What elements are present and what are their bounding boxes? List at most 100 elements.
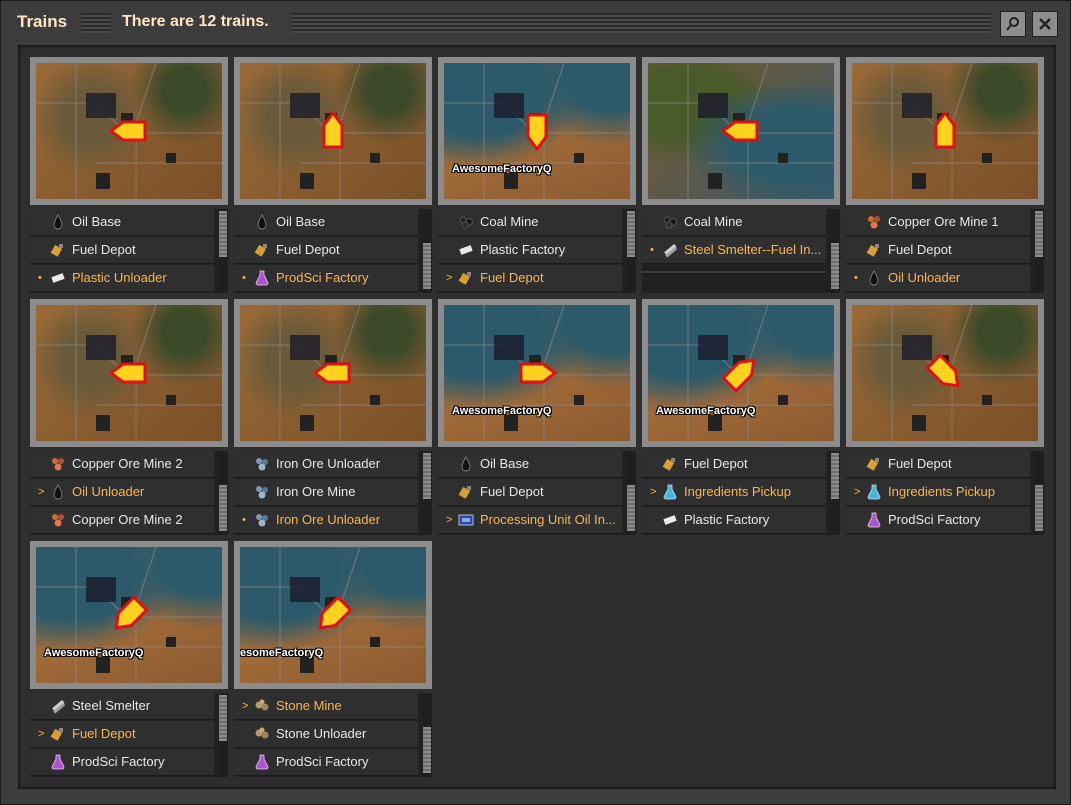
drag-handle-wide[interactable] <box>291 13 991 33</box>
schedule-stop[interactable]: Plastic Factory <box>642 507 826 534</box>
schedule-stop[interactable]: • ProdSci Factory <box>234 265 418 292</box>
train-minimap[interactable] <box>846 57 1044 205</box>
train-minimap[interactable] <box>234 57 432 205</box>
scrollbar-thumb[interactable] <box>831 453 839 499</box>
schedule-stop[interactable]: • Plastic Unloader <box>30 265 214 292</box>
map-view[interactable]: esomeFactoryQ <box>240 547 426 683</box>
schedule-stop[interactable]: > Fuel Depot <box>30 721 214 748</box>
train-minimap[interactable]: AwesomeFactoryQ <box>438 57 636 205</box>
schedule-stop[interactable]: Fuel Depot <box>30 237 214 264</box>
title-bar[interactable]: Trains There are 12 trains. <box>1 1 1071 43</box>
map-view[interactable] <box>648 63 834 199</box>
map-view[interactable] <box>852 305 1038 441</box>
map-view[interactable] <box>240 305 426 441</box>
map-view[interactable] <box>36 63 222 199</box>
scrollbar-thumb[interactable] <box>423 453 431 499</box>
schedule-stop[interactable]: • Iron Ore Unloader <box>234 507 418 534</box>
schedule-stop[interactable]: Coal Mine <box>438 209 622 236</box>
schedule-stop[interactable]: Steel Smelter <box>30 693 214 720</box>
schedule-scrollbar[interactable] <box>830 209 840 293</box>
search-button[interactable] <box>1000 11 1026 37</box>
scrollbar-thumb[interactable] <box>831 243 839 289</box>
schedule-scrollbar[interactable] <box>422 693 432 777</box>
schedule-scrollbar[interactable] <box>626 451 636 535</box>
train-minimap[interactable]: AwesomeFactoryQ <box>642 299 840 447</box>
schedule-stop[interactable]: > Ingredients Pickup <box>642 479 826 506</box>
purple-flask-icon <box>51 754 65 770</box>
schedule-stop[interactable]: • Oil Unloader <box>846 265 1030 292</box>
train-schedule: Oil Base Fuel Depot • Plastic Unloader <box>30 209 228 293</box>
train-minimap[interactable]: AwesomeFactoryQ <box>438 299 636 447</box>
schedule-stop[interactable]: Fuel Depot <box>846 451 1030 478</box>
schedule-stop[interactable]: • Steel Smelter--Fuel In... <box>642 237 826 264</box>
schedule-scrollbar[interactable] <box>422 209 432 293</box>
schedule-stop[interactable]: > Stone Mine <box>234 693 418 720</box>
train-card: Copper Ore Mine 1 Fuel Depot • Oil Unloader <box>846 57 1044 297</box>
train-schedule: > Stone Mine Stone Unloader ProdSci Factory <box>234 693 432 777</box>
stop-name: ProdSci Factory <box>276 754 369 769</box>
scrollbar-thumb[interactable] <box>219 695 227 741</box>
schedule-stop[interactable]: ProdSci Factory <box>30 749 214 776</box>
train-minimap[interactable] <box>30 57 228 205</box>
schedule-stop[interactable]: Fuel Depot <box>438 479 622 506</box>
train-minimap[interactable] <box>30 299 228 447</box>
schedule-scrollbar[interactable] <box>626 209 636 293</box>
drag-handle[interactable] <box>81 13 111 33</box>
current-stop-marker: > <box>446 272 453 284</box>
schedule-stop[interactable]: > Processing Unit Oil In... <box>438 507 622 534</box>
station-label: esomeFactoryQ <box>240 647 324 659</box>
schedule-stop[interactable]: Oil Base <box>30 209 214 236</box>
train-minimap[interactable] <box>234 299 432 447</box>
schedule-stop[interactable]: Fuel Depot <box>846 237 1030 264</box>
map-view[interactable]: AwesomeFactoryQ <box>444 63 630 199</box>
scrollbar-thumb[interactable] <box>1035 485 1043 531</box>
scrollbar-thumb[interactable] <box>423 243 431 289</box>
close-button[interactable] <box>1032 11 1058 37</box>
map-view[interactable] <box>240 63 426 199</box>
schedule-stop[interactable]: Copper Ore Mine 2 <box>30 451 214 478</box>
map-view[interactable]: AwesomeFactoryQ <box>36 547 222 683</box>
map-view[interactable] <box>36 305 222 441</box>
schedule-stop[interactable]: Oil Base <box>438 451 622 478</box>
schedule-scrollbar[interactable] <box>1034 209 1044 293</box>
schedule-scrollbar[interactable] <box>218 451 228 535</box>
schedule-stop[interactable]: Plastic Factory <box>438 237 622 264</box>
schedule-stop[interactable]: Stone Unloader <box>234 721 418 748</box>
schedule-scrollbar[interactable] <box>830 451 840 535</box>
schedule-stop[interactable]: > Oil Unloader <box>30 479 214 506</box>
schedule-scrollbar[interactable] <box>1034 451 1044 535</box>
schedule-stop[interactable]: Oil Base <box>234 209 418 236</box>
scrollbar-thumb[interactable] <box>219 485 227 531</box>
train-minimap[interactable] <box>846 299 1044 447</box>
schedule-scrollbar[interactable] <box>422 451 432 535</box>
schedule-stop[interactable]: Coal Mine <box>642 209 826 236</box>
scrollbar-thumb[interactable] <box>219 211 227 257</box>
schedule-stop[interactable]: ProdSci Factory <box>846 507 1030 534</box>
map-view[interactable] <box>852 63 1038 199</box>
map-view[interactable]: AwesomeFactoryQ <box>648 305 834 441</box>
fuel-icon <box>662 458 675 471</box>
schedule-stop[interactable]: Iron Ore Unloader <box>234 451 418 478</box>
trains-window: Trains There are 12 trains. Oil Base Fuel… <box>0 0 1071 805</box>
schedule-scrollbar[interactable] <box>218 209 228 293</box>
schedule-stop[interactable]: ProdSci Factory <box>234 749 418 776</box>
stop-name: Copper Ore Mine 2 <box>72 512 183 527</box>
scrollbar-thumb[interactable] <box>627 485 635 531</box>
schedule-stop[interactable]: > Ingredients Pickup <box>846 479 1030 506</box>
schedule-stop[interactable]: Fuel Depot <box>234 237 418 264</box>
iron-ore-icon <box>256 458 268 471</box>
scrollbar-thumb[interactable] <box>423 727 431 773</box>
train-minimap[interactable]: AwesomeFactoryQ <box>30 541 228 689</box>
scrollbar-thumb[interactable] <box>627 211 635 257</box>
schedule-stop[interactable]: Copper Ore Mine 2 <box>30 507 214 534</box>
schedule-scrollbar[interactable] <box>218 693 228 777</box>
schedule-stop[interactable]: > Fuel Depot <box>438 265 622 292</box>
schedule-stop[interactable]: Copper Ore Mine 1 <box>846 209 1030 236</box>
oil-drop-icon <box>53 214 63 230</box>
scrollbar-thumb[interactable] <box>1035 211 1043 257</box>
train-minimap[interactable]: esomeFactoryQ <box>234 541 432 689</box>
map-view[interactable]: AwesomeFactoryQ <box>444 305 630 441</box>
schedule-stop[interactable]: Iron Ore Mine <box>234 479 418 506</box>
schedule-stop[interactable]: Fuel Depot <box>642 451 826 478</box>
train-minimap[interactable] <box>642 57 840 205</box>
